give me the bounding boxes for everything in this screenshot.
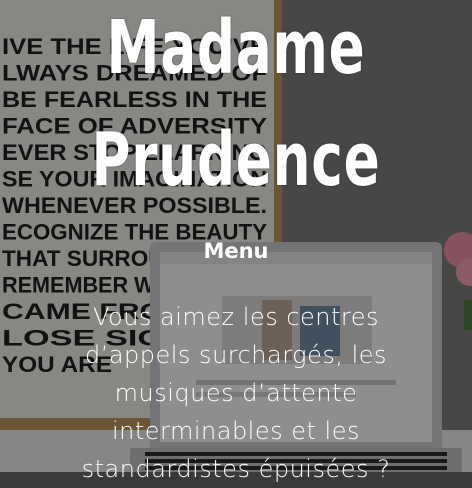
hero-section: Madame Prudence Menu Vous aimez les cent… <box>0 0 472 483</box>
site-title-line-1[interactable]: Madame <box>66 0 406 96</box>
site-title-line-2[interactable]: Prudence <box>66 112 406 208</box>
intro-text: Vous aimez les centres d’appels surcharg… <box>81 303 391 483</box>
menu-button[interactable]: Menu <box>186 235 286 267</box>
